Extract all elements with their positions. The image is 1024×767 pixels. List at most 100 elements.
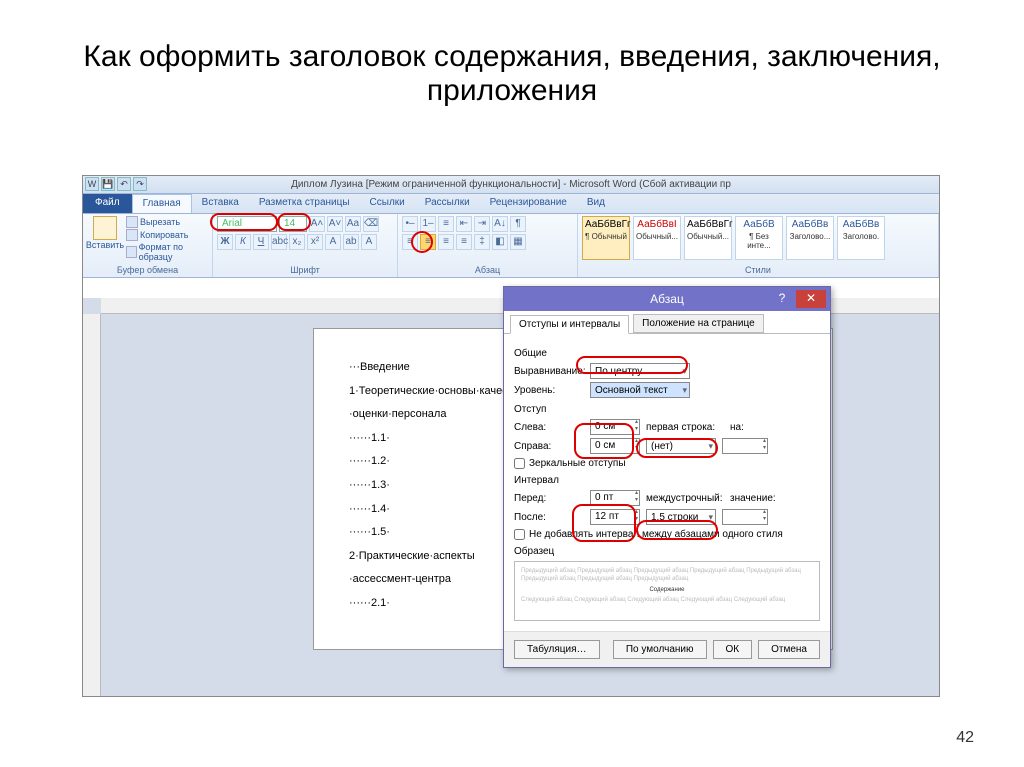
- titlebar: W 💾 ↶ ↷ Диплом Лузина [Режим ограниченно…: [83, 176, 939, 194]
- style-5[interactable]: АаБбВвЗаголово...: [786, 216, 834, 260]
- multilevel-button[interactable]: ≡: [438, 216, 454, 232]
- justify-button[interactable]: ≡: [456, 234, 472, 250]
- section-preview: Образец: [514, 546, 820, 557]
- before-label: Перед:: [514, 493, 584, 504]
- paste-icon: [93, 216, 117, 240]
- cut-icon: [126, 216, 138, 228]
- shading-button[interactable]: ◧: [492, 234, 508, 250]
- style-3[interactable]: АаБбВвГгОбычный...: [684, 216, 732, 260]
- paste-button[interactable]: Вставить: [87, 216, 123, 263]
- clipboard-group-label: Буфер обмена: [87, 263, 208, 275]
- mirror-checkbox[interactable]: Зеркальные отступы: [514, 458, 820, 469]
- tab-indents[interactable]: Отступы и интервалы: [510, 315, 629, 334]
- tab-review[interactable]: Рецензирование: [480, 194, 577, 213]
- change-case-button[interactable]: Aa: [345, 216, 361, 232]
- level-label: Уровень:: [514, 385, 584, 396]
- indent-right-input[interactable]: 0 см: [590, 438, 640, 454]
- section-spacing: Интервал: [514, 475, 820, 486]
- borders-button[interactable]: ▦: [510, 234, 526, 250]
- bullets-button[interactable]: •–: [402, 216, 418, 232]
- value-input[interactable]: [722, 509, 768, 525]
- tab-home[interactable]: Главная: [132, 194, 192, 213]
- level-combo[interactable]: Основной текст: [590, 382, 690, 398]
- tab-references[interactable]: Ссылки: [360, 194, 415, 213]
- paste-label: Вставить: [86, 240, 124, 250]
- style-normal[interactable]: АаБбВвГг¶ Обычный: [582, 216, 630, 260]
- linespacing-combo[interactable]: 1,5 строки: [646, 509, 716, 525]
- highlight-button[interactable]: ab: [343, 234, 359, 250]
- help-button[interactable]: ?: [772, 290, 792, 308]
- tab-mailings[interactable]: Рассылки: [415, 194, 480, 213]
- preview-box: Предыдущий абзац Предыдущий абзац Предыд…: [514, 561, 820, 621]
- close-button[interactable]: ✕: [796, 290, 826, 308]
- numbering-button[interactable]: 1–: [420, 216, 436, 232]
- clear-format-button[interactable]: ⌫: [363, 216, 379, 232]
- after-input[interactable]: 12 пт: [590, 509, 640, 525]
- by-label: на:: [730, 422, 760, 433]
- copy-button[interactable]: Копировать: [126, 229, 208, 241]
- strike-button[interactable]: abc: [271, 234, 287, 250]
- underline-button[interactable]: Ч: [253, 234, 269, 250]
- font-size-combo[interactable]: 14: [279, 216, 307, 232]
- firstline-combo[interactable]: (нет): [646, 438, 716, 454]
- cut-button[interactable]: Вырезать: [126, 216, 208, 228]
- align-label: Выравнивание:: [514, 366, 584, 377]
- tab-position[interactable]: Положение на странице: [633, 314, 763, 333]
- dialog-tabs: Отступы и интервалы Положение на страниц…: [504, 311, 830, 334]
- section-general: Общие: [514, 348, 820, 359]
- style-2[interactable]: АаБбВвIОбычный...: [633, 216, 681, 260]
- section-indent: Отступ: [514, 404, 820, 415]
- tabs-button[interactable]: Табуляция…: [514, 640, 600, 659]
- dialog-titlebar: Абзац ? ✕: [504, 287, 830, 311]
- grow-font-button[interactable]: A˄: [309, 216, 325, 232]
- style-6[interactable]: АаБбВвЗаголово.: [837, 216, 885, 260]
- bold-button[interactable]: Ж: [217, 234, 233, 250]
- shrink-font-button[interactable]: A˅: [327, 216, 343, 232]
- paragraph-group-label: Абзац: [402, 263, 573, 275]
- ok-button[interactable]: ОК: [713, 640, 753, 659]
- tab-file[interactable]: Файл: [83, 194, 132, 213]
- dialog-body: Общие Выравнивание: По центру Уровень: О…: [504, 334, 830, 631]
- paragraph-dialog: Абзац ? ✕ Отступы и интервалы Положение …: [503, 286, 831, 668]
- indent-left-label: Слева:: [514, 422, 584, 433]
- format-painter-button[interactable]: Формат по образцу: [126, 242, 208, 262]
- after-label: После:: [514, 512, 584, 523]
- by-input[interactable]: [722, 438, 768, 454]
- nosame-checkbox[interactable]: Не добавлять интервал между абзацами одн…: [514, 529, 820, 540]
- cancel-button[interactable]: Отмена: [758, 640, 820, 659]
- style-4[interactable]: АаБбВ¶ Без инте...: [735, 216, 783, 260]
- undo-icon[interactable]: ↶: [117, 177, 131, 191]
- italic-button[interactable]: К: [235, 234, 251, 250]
- increase-indent-button[interactable]: ⇥: [474, 216, 490, 232]
- redo-icon[interactable]: ↷: [133, 177, 147, 191]
- sort-button[interactable]: A↓: [492, 216, 508, 232]
- word-icon: W: [85, 177, 99, 191]
- font-color-button[interactable]: A: [361, 234, 377, 250]
- decrease-indent-button[interactable]: ⇤: [456, 216, 472, 232]
- dialog-title: Абзац: [650, 292, 684, 306]
- linespacing-label: междустрочный:: [646, 493, 724, 504]
- tab-page-layout[interactable]: Разметка страницы: [249, 194, 360, 213]
- page-number: 42: [956, 729, 974, 747]
- save-icon[interactable]: 💾: [101, 177, 115, 191]
- tab-insert[interactable]: Вставка: [192, 194, 249, 213]
- window-title: Диплом Лузина [Режим ограниченной функци…: [291, 179, 731, 190]
- firstline-label: первая строка:: [646, 422, 724, 433]
- show-marks-button[interactable]: ¶: [510, 216, 526, 232]
- align-center-button[interactable]: ≡: [420, 234, 436, 250]
- font-name-combo[interactable]: Arial: [217, 216, 277, 232]
- line-spacing-button[interactable]: ‡: [474, 234, 490, 250]
- align-right-button[interactable]: ≡: [438, 234, 454, 250]
- subscript-button[interactable]: x₂: [289, 234, 305, 250]
- text-effects-button[interactable]: A: [325, 234, 341, 250]
- before-input[interactable]: 0 пт: [590, 490, 640, 506]
- font-group-label: Шрифт: [217, 263, 393, 275]
- styles-group-label: Стили: [582, 263, 934, 275]
- superscript-button[interactable]: x²: [307, 234, 323, 250]
- default-button[interactable]: По умолчанию: [613, 640, 707, 659]
- tab-view[interactable]: Вид: [577, 194, 615, 213]
- align-left-button[interactable]: ≡: [402, 234, 418, 250]
- align-combo[interactable]: По центру: [590, 363, 690, 379]
- indent-left-input[interactable]: 0 см: [590, 419, 640, 435]
- ribbon-tabs: Файл Главная Вставка Разметка страницы С…: [83, 194, 939, 214]
